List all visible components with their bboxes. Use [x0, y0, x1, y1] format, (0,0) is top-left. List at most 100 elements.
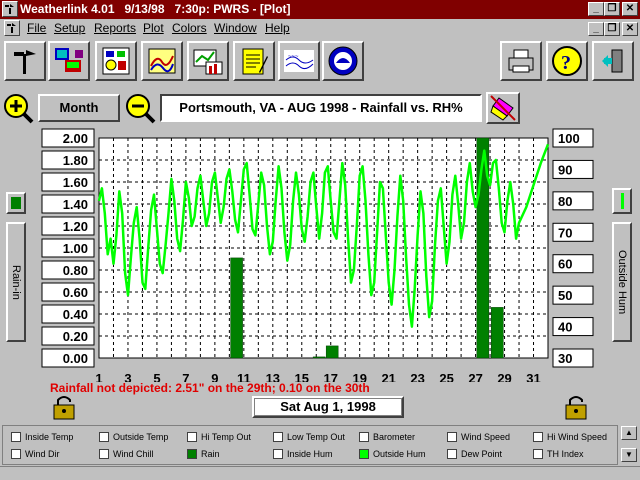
help-button[interactable]: ?: [546, 41, 588, 81]
minimize-button[interactable]: _: [588, 2, 604, 16]
rain-bar: [491, 307, 504, 359]
legend-item[interactable]: Outside Temp: [99, 432, 168, 442]
x-tick-label: 23: [410, 371, 424, 382]
legend-item[interactable]: Rain: [187, 449, 220, 459]
x-tick-label: 21: [381, 371, 395, 382]
zoom-in-control[interactable]: [2, 92, 34, 124]
right-tick: 100: [552, 128, 594, 148]
document-system-menu-icon[interactable]: [4, 20, 20, 36]
legend-item[interactable]: Inside Hum: [273, 449, 333, 459]
rain-color-swatch: [11, 197, 21, 209]
left-series-color-button[interactable]: [6, 192, 26, 214]
series-checkbox[interactable]: [99, 449, 109, 459]
right-tick-label: 100: [558, 131, 580, 146]
series-checkbox[interactable]: [273, 432, 283, 442]
left-tick-label: 0.60: [63, 285, 88, 300]
svg-text:~~~: ~~~: [288, 54, 299, 60]
series-checkbox[interactable]: [187, 432, 197, 442]
title-bar: Weatherlink 4.01 9/13/98 7:30p: PWRS - […: [0, 0, 640, 19]
bar-plot-button[interactable]: [187, 41, 229, 81]
legend-item[interactable]: Dew Point: [447, 449, 502, 459]
legend-item[interactable]: Barometer: [359, 432, 415, 442]
series-checkbox[interactable]: [447, 449, 457, 459]
legend-item[interactable]: Wind Chill: [99, 449, 154, 459]
legend-item[interactable]: Hi Temp Out: [187, 432, 251, 442]
lock-icon: [562, 393, 590, 421]
right-series-color-button[interactable]: [612, 188, 632, 214]
right-axis-label-box[interactable]: Outside Hum: [612, 222, 632, 342]
left-tick-label: 1.40: [63, 197, 88, 212]
plot-title: Portsmouth, VA - AUG 1998 - Rainfall vs.…: [179, 100, 463, 115]
exit-button[interactable]: [592, 41, 634, 81]
restore-button[interactable]: ❐: [604, 2, 620, 16]
eraser-button[interactable]: [486, 92, 520, 124]
series-checkbox[interactable]: [359, 432, 369, 442]
menu-colors[interactable]: Colors: [172, 21, 207, 35]
series-checkbox[interactable]: [99, 432, 109, 442]
plot-date-button[interactable]: Sat Aug 1, 1998: [252, 396, 404, 418]
doc-close-button[interactable]: ✕: [622, 22, 638, 36]
exit-icon: [602, 49, 623, 73]
doc-minimize-button[interactable]: _: [588, 22, 604, 36]
legend-scrollbar[interactable]: ▲ ▼: [620, 425, 638, 465]
series-checkbox[interactable]: [359, 449, 369, 459]
legend-item[interactable]: Hi Wind Speed: [533, 432, 607, 442]
station-button[interactable]: [4, 41, 46, 81]
doc-restore-button[interactable]: ❐: [604, 22, 620, 36]
close-button[interactable]: ✕: [622, 2, 638, 16]
zoom-in-icon: [4, 94, 34, 124]
notepad-button[interactable]: [233, 41, 275, 81]
right-tick: 50: [552, 285, 594, 305]
menu-plot[interactable]: Plot: [143, 21, 164, 35]
x-tick-label: 27: [468, 371, 482, 382]
series-checkbox[interactable]: [11, 449, 21, 459]
menu-window[interactable]: Window: [214, 21, 257, 35]
rain-map-button[interactable]: ~~~: [278, 41, 320, 81]
right-axis-ticks: 100 90 80 70 60 50 40 30: [552, 128, 594, 368]
zoom-out-icon: [126, 94, 156, 124]
legend-item[interactable]: TH Index: [533, 449, 584, 459]
print-button[interactable]: [500, 41, 542, 81]
legend-item[interactable]: Outside Hum: [359, 449, 426, 459]
menu-reports[interactable]: Reports: [94, 21, 136, 35]
period-button[interactable]: Month: [38, 94, 120, 122]
legend-item[interactable]: Wind Speed: [447, 432, 510, 442]
bar-plot-icon: [193, 49, 223, 75]
menu-help[interactable]: Help: [265, 21, 290, 35]
left-lock-button[interactable]: [50, 393, 78, 421]
series-checkbox[interactable]: [273, 449, 283, 459]
right-tick-label: 30: [558, 351, 572, 366]
noaa-icon: [328, 46, 358, 76]
left-axis-label-box[interactable]: Rain-in: [6, 222, 26, 342]
left-tick: 0.80: [41, 260, 95, 280]
series-checkbox[interactable]: [187, 449, 197, 459]
humidity-color-swatch: [620, 193, 624, 209]
menu-bar: File Setup Reports Plot Colors Window He…: [0, 19, 640, 38]
left-axis-label: Rain-in: [10, 264, 22, 300]
app-system-menu-icon[interactable]: [2, 1, 18, 17]
series-checkbox[interactable]: [533, 432, 543, 442]
left-tick-label: 0.00: [63, 351, 88, 366]
zoom-out-control[interactable]: [124, 92, 156, 124]
graph-button[interactable]: [141, 41, 183, 81]
legend-item[interactable]: Inside Temp: [11, 432, 73, 442]
noaa-button[interactable]: [322, 41, 364, 81]
series-checkbox[interactable]: [533, 449, 543, 459]
legend-item[interactable]: Low Temp Out: [273, 432, 345, 442]
legend-item[interactable]: Wind Dir: [11, 449, 60, 459]
right-tick-label: 40: [558, 320, 572, 335]
link-button[interactable]: [48, 41, 90, 81]
rain-bar: [312, 356, 326, 359]
scroll-up-button[interactable]: ▲: [621, 426, 637, 440]
summary-button[interactable]: [95, 41, 137, 81]
scroll-down-button[interactable]: ▼: [621, 448, 637, 462]
right-tick: 60: [552, 254, 594, 274]
menu-setup[interactable]: Setup: [54, 21, 85, 35]
menu-file[interactable]: File: [27, 21, 46, 35]
left-tick: 2.00: [41, 128, 95, 148]
right-lock-button[interactable]: [562, 393, 590, 421]
series-checkbox[interactable]: [447, 432, 457, 442]
right-tick-label: 60: [558, 257, 572, 272]
series-checkbox[interactable]: [11, 432, 21, 442]
left-tick-label: 0.40: [63, 307, 88, 322]
